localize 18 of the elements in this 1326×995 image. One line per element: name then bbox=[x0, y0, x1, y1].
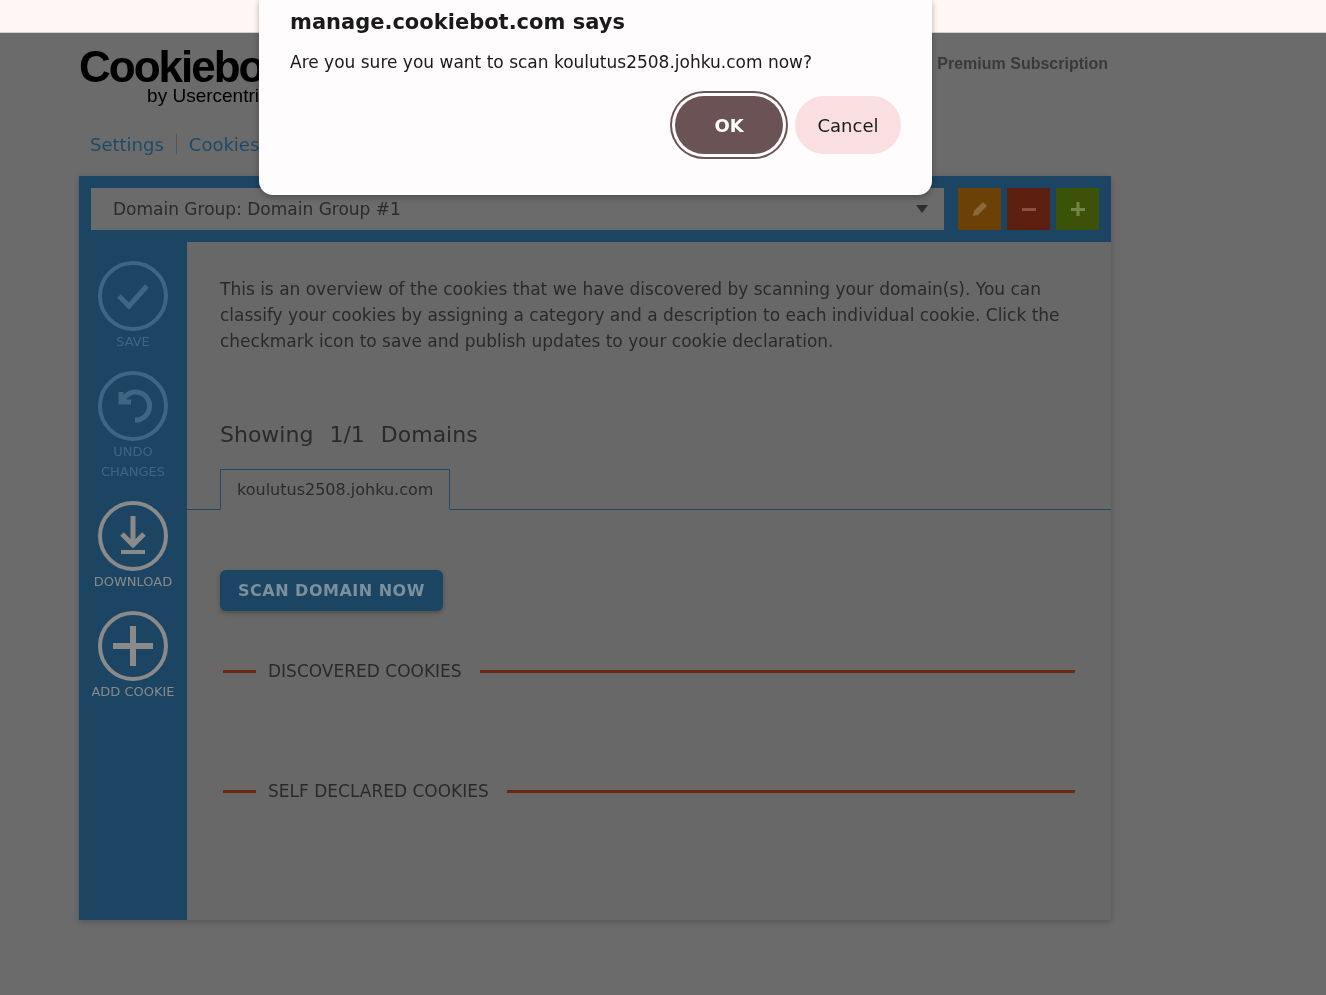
dropdown-caret-icon bbox=[916, 205, 928, 213]
nav-link[interactable]: Cookies bbox=[188, 133, 260, 155]
minus-icon bbox=[1021, 207, 1036, 211]
cancel-button[interactable]: Cancel bbox=[795, 96, 901, 154]
scan-domain-button[interactable]: SCAN DOMAIN NOW bbox=[220, 570, 443, 611]
intro-paragraph: This is an overview of the cookies that we have discovered by scanning your domain(s). You can classify your cookies by assigning a category and a description to each individual cookie. Click the checkmark icon to save and publish updates to your cookie declaration. bbox=[220, 278, 1061, 353]
domain-tab[interactable]: koulutus2508.johku.com bbox=[220, 469, 451, 510]
section-heading: SELF DECLARED COOKIES bbox=[268, 781, 489, 801]
remove-button[interactable] bbox=[1007, 188, 1050, 230]
edit-button[interactable] bbox=[958, 188, 1001, 230]
add-button[interactable] bbox=[1056, 188, 1099, 230]
domain-count: 1/1 bbox=[329, 422, 365, 447]
domains-label: Domains bbox=[380, 422, 478, 447]
section-heading: DISCOVERED COOKIES bbox=[268, 661, 462, 681]
nav-link[interactable]: Settings bbox=[90, 133, 164, 155]
showing-label: Showing bbox=[220, 422, 314, 447]
dialog-message: Are you sure you want to scan koulutus2508.johku.com now? bbox=[290, 52, 814, 72]
dialog-title: manage.cookiebot.com says bbox=[290, 10, 626, 34]
